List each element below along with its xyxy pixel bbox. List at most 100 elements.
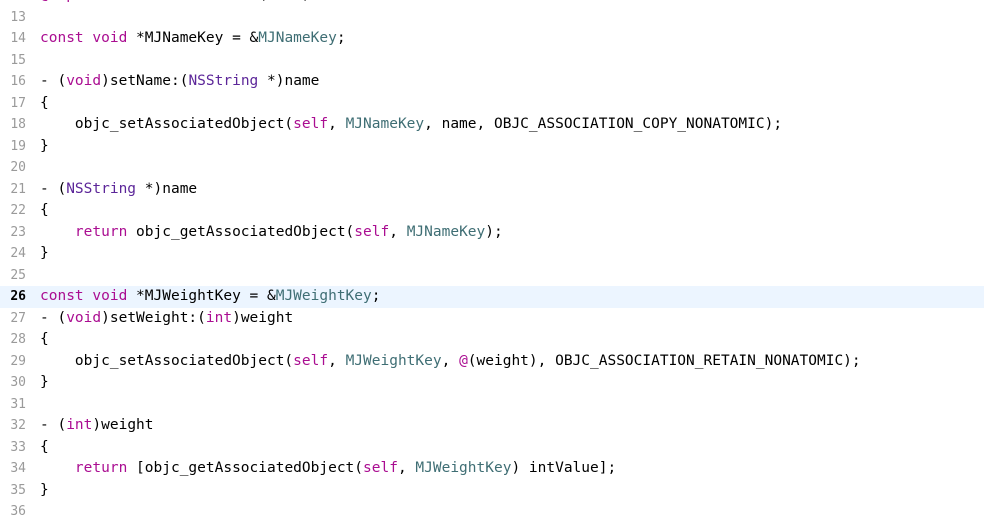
code-token-class: NSString bbox=[188, 73, 259, 89]
line-number: 19 bbox=[10, 138, 26, 154]
code-token-plain: { bbox=[40, 202, 49, 218]
line-number: 20 bbox=[10, 160, 26, 175]
code-line[interactable]: 17 { bbox=[0, 93, 984, 115]
line-number: 15 bbox=[10, 52, 26, 68]
line-number: 18 bbox=[10, 117, 26, 132]
code-line[interactable]: 36 bbox=[0, 501, 984, 518]
line-number: 30 bbox=[10, 375, 26, 390]
code-line[interactable]: 31 bbox=[0, 394, 984, 416]
code-line[interactable]: 33 { bbox=[0, 437, 984, 459]
code-line-current[interactable]: 26 const void *MJWeightKey = &MJWeightKey… bbox=[0, 286, 984, 308]
code-token-ident: MJWeightKey bbox=[345, 352, 442, 369]
code-token-keyword: self bbox=[293, 116, 329, 132]
line-number: 33 bbox=[10, 439, 26, 455]
code-token-plain: , bbox=[328, 116, 346, 132]
code-line[interactable]: 35} bbox=[0, 480, 984, 502]
code-token-plain: )setWeight:( bbox=[101, 309, 206, 326]
code-token-keyword: const bbox=[40, 288, 84, 304]
code-token-plain: *)name bbox=[136, 180, 198, 197]
code-token-plain: [objc_getAssociatedObject( bbox=[127, 460, 364, 476]
code-text: - (int)weight bbox=[40, 415, 154, 437]
code-line[interactable]: 20 bbox=[0, 157, 984, 179]
code-token-ident: MJWeightKey bbox=[415, 460, 512, 476]
code-line[interactable]: 19} bbox=[0, 136, 984, 158]
code-token-plain: ; bbox=[371, 288, 381, 304]
code-line[interactable]: 13 bbox=[0, 7, 984, 29]
code-token-plain: ); bbox=[485, 223, 503, 240]
code-line[interactable]: 14 const void *MJNameKey = &MJNameKey; bbox=[0, 28, 984, 50]
code-text: return [objc_getAssociatedObject(self, M… bbox=[40, 458, 616, 480]
code-line[interactable]: 25 bbox=[0, 265, 984, 287]
code-token-plain: MJPerson (Test) bbox=[171, 0, 311, 3]
code-line[interactable]: 34 return [objc_getAssociatedObject(self… bbox=[0, 458, 984, 480]
code-token-keyword: self bbox=[354, 223, 390, 240]
line-number: 23 bbox=[10, 224, 26, 240]
code-token-plain: *MJWeightKey = & bbox=[127, 288, 276, 304]
code-token-plain: )weight bbox=[232, 309, 294, 326]
code-token-keyword: int bbox=[66, 417, 93, 433]
code-text: const void *MJWeightKey = &MJWeightKey; bbox=[40, 286, 380, 308]
code-token-plain: , name, OBJC_ASSOCIATION_COPY_NONATOMIC)… bbox=[424, 116, 783, 132]
code-token-keyword: void bbox=[66, 309, 102, 326]
code-token-keyword: @ bbox=[459, 352, 468, 369]
line-number: 31 bbox=[10, 396, 26, 412]
code-token-keyword: void bbox=[92, 30, 128, 46]
code-line[interactable]: 15 bbox=[0, 50, 984, 72]
code-text: } bbox=[40, 136, 49, 158]
code-text: objc_setAssociatedObject(self, MJNameKey… bbox=[40, 114, 782, 136]
code-text: return objc_getAssociatedObject(self, MJ… bbox=[40, 222, 503, 244]
line-number: 14 bbox=[10, 31, 26, 46]
code-text: { bbox=[40, 437, 49, 459]
code-line[interactable]: 22 { bbox=[0, 200, 984, 222]
code-text: { bbox=[40, 329, 49, 351]
code-token-plain: { bbox=[40, 94, 49, 111]
line-number: 21 bbox=[10, 181, 26, 197]
code-token-ident: MJWeightKey bbox=[275, 288, 372, 304]
code-token-keyword: @implementation bbox=[40, 0, 171, 3]
code-token-plain: , bbox=[441, 352, 460, 369]
code-text: } bbox=[40, 372, 49, 394]
line-number: 24 bbox=[10, 246, 26, 261]
code-token-ident: MJNameKey bbox=[258, 30, 337, 46]
line-number: 17 bbox=[10, 95, 26, 111]
code-line[interactable]: 30} bbox=[0, 372, 984, 394]
code-text: - (void)setName:(NSString *)name bbox=[40, 71, 319, 93]
line-number: 22 bbox=[10, 203, 26, 218]
code-text: const void *MJNameKey = &MJNameKey; bbox=[40, 28, 346, 50]
code-token-keyword: void bbox=[66, 73, 102, 89]
code-line[interactable]: 18 objc_setAssociatedObject(self, MJName… bbox=[0, 114, 984, 136]
code-token-plain: - ( bbox=[40, 417, 67, 433]
code-line[interactable]: 32 - (int)weight bbox=[0, 415, 984, 437]
code-token-keyword: self bbox=[293, 352, 329, 369]
code-token-plain: { bbox=[40, 331, 49, 347]
line-number: 34 bbox=[10, 461, 26, 476]
line-number: 27 bbox=[10, 310, 26, 326]
code-token-plain: } bbox=[40, 481, 49, 498]
line-number: 16 bbox=[10, 74, 26, 89]
code-text: objc_setAssociatedObject(self, MJWeightK… bbox=[40, 351, 861, 373]
code-line[interactable]: 29 objc_setAssociatedObject(self, MJWeig… bbox=[0, 351, 984, 373]
code-token-plain: { bbox=[40, 438, 49, 455]
code-text: { bbox=[40, 200, 49, 222]
code-line[interactable]: 23 return objc_getAssociatedObject(self,… bbox=[0, 222, 984, 244]
code-token-plain: - ( bbox=[40, 309, 67, 326]
code-line[interactable]: 27 - (void)setWeight:(int)weight bbox=[0, 308, 984, 330]
code-token-plain: ; bbox=[336, 30, 346, 46]
code-token-plain: (weight), OBJC_ASSOCIATION_RETAIN_NONATO… bbox=[467, 352, 861, 369]
code-token-plain: )weight bbox=[92, 417, 154, 433]
code-token-plain: - ( bbox=[40, 180, 67, 197]
code-token-plain: objc_setAssociatedObject( bbox=[40, 352, 294, 369]
code-line[interactable]: 24} bbox=[0, 243, 984, 265]
code-token-keyword: int bbox=[205, 309, 233, 326]
code-token-keyword: self bbox=[363, 460, 398, 476]
code-line[interactable]: 16 - (void)setName:(NSString *)name bbox=[0, 71, 984, 93]
code-text: { bbox=[40, 93, 49, 115]
code-line[interactable]: 21 - (NSString *)name bbox=[0, 179, 984, 201]
line-number: 13 bbox=[10, 9, 26, 25]
code-line[interactable]: 28 { bbox=[0, 329, 984, 351]
code-token-ident: MJNameKey bbox=[345, 116, 425, 132]
code-editor[interactable]: 12@implementation MJPerson (Test)1314con… bbox=[0, 0, 984, 518]
code-text: - (void)setWeight:(int)weight bbox=[40, 308, 293, 330]
line-number: 35 bbox=[10, 482, 26, 498]
code-token-plain: *)name bbox=[258, 73, 320, 89]
